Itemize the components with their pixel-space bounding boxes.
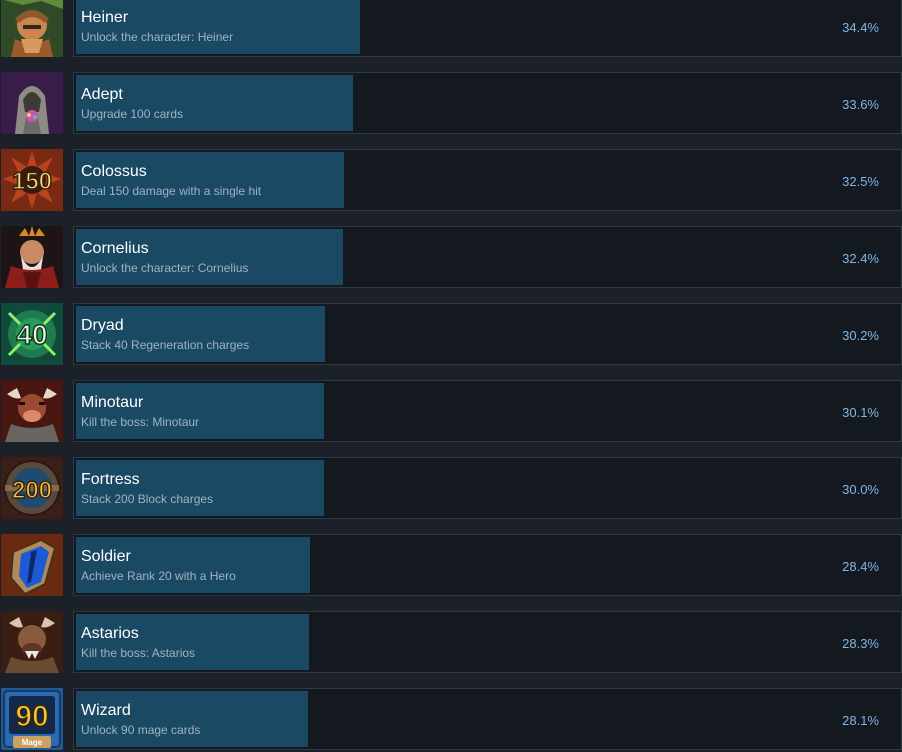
achievement-description: Unlock 90 mage cards — [81, 723, 201, 737]
achievement-panel: Minotaur Kill the boss: Minotaur 30.1% — [73, 380, 902, 442]
achievement-list: Heiner Unlock the character: Heiner 34.4… — [0, 0, 902, 752]
achievement-row-adept[interactable]: Adept Upgrade 100 cards 33.6% — [0, 72, 902, 136]
damage-150-icon: 150 — [1, 149, 63, 211]
achievement-description: Upgrade 100 cards — [81, 107, 184, 121]
achievement-name: Adept — [81, 86, 123, 103]
unlock-percentage: 32.5% — [842, 174, 879, 189]
achievement-panel: Heiner Unlock the character: Heiner 34.4… — [73, 0, 902, 57]
mage-90-icon: 90 Mage — [1, 688, 63, 750]
achievement-row-wizard[interactable]: 90 Mage Wizard Unlock 90 mage cards 28.1… — [0, 688, 902, 752]
achievement-name: Heiner — [81, 9, 129, 26]
svg-text:200: 200 — [12, 477, 52, 504]
minotaur-portrait-icon — [1, 380, 63, 442]
achievement-row-heiner[interactable]: Heiner Unlock the character: Heiner 34.4… — [0, 0, 902, 59]
achievement-description: Stack 40 Regeneration charges — [81, 338, 250, 352]
achievement-panel: Wizard Unlock 90 mage cards 28.1% — [73, 688, 902, 750]
unlock-percentage: 30.0% — [842, 482, 879, 497]
achievement-description: Unlock the character: Cornelius — [81, 261, 249, 275]
achievement-description: Deal 150 damage with a single hit — [81, 184, 262, 198]
achievement-description: Achieve Rank 20 with a Hero — [81, 569, 236, 583]
achievement-panel: Adept Upgrade 100 cards 33.6% — [73, 72, 902, 134]
achievement-name: Colossus — [81, 163, 147, 180]
achievement-name: Dryad — [81, 317, 124, 334]
achievement-row-minotaur[interactable]: Minotaur Kill the boss: Minotaur 30.1% — [0, 380, 902, 444]
achievement-name: Soldier — [81, 548, 131, 565]
achievement-name: Fortress — [81, 471, 140, 488]
unlock-percentage: 30.2% — [842, 328, 879, 343]
achievement-row-fortress[interactable]: 200 Fortress Stack 200 Block charges 30.… — [0, 457, 902, 521]
achievement-name: Cornelius — [81, 240, 149, 257]
unlock-percentage: 28.3% — [842, 636, 879, 651]
achievement-name: Astarios — [81, 625, 139, 642]
achievement-description: Stack 200 Block charges — [81, 492, 214, 506]
achievement-row-cornelius[interactable]: Cornelius Unlock the character: Corneliu… — [0, 226, 902, 290]
heiner-portrait-icon — [1, 0, 63, 57]
block-200-shield-icon: 200 — [1, 457, 63, 519]
achievement-row-dryad[interactable]: 40 Dryad Stack 40 Regeneration charges 3… — [0, 303, 902, 367]
unlock-percentage: 32.4% — [842, 251, 879, 266]
cornelius-portrait-icon — [1, 226, 63, 288]
svg-text:Mage: Mage — [22, 738, 43, 747]
achievement-panel: Astarios Kill the boss: Astarios 28.3% — [73, 611, 902, 673]
achievement-description: Kill the boss: Astarios — [81, 646, 196, 660]
achievement-panel: Colossus Deal 150 damage with a single h… — [73, 149, 902, 211]
svg-text:90: 90 — [15, 700, 48, 733]
achievement-description: Unlock the character: Heiner — [81, 30, 234, 44]
achievement-panel: Dryad Stack 40 Regeneration charges 30.2… — [73, 303, 902, 365]
unlock-percentage: 34.4% — [842, 20, 879, 35]
svg-text:40: 40 — [16, 319, 47, 350]
unlock-percentage: 28.1% — [842, 713, 879, 728]
achievement-row-colossus[interactable]: 150 Colossus Deal 150 damage with a sing… — [0, 149, 902, 213]
achievement-panel: Cornelius Unlock the character: Corneliu… — [73, 226, 902, 288]
achievement-row-soldier[interactable]: Soldier Achieve Rank 20 with a Hero 28.4… — [0, 534, 902, 598]
regeneration-40-icon: 40 — [1, 303, 63, 365]
adept-robed-figure-icon — [1, 72, 63, 134]
achievement-name: Minotaur — [81, 394, 144, 411]
rank-shield-icon — [1, 534, 63, 596]
svg-text:150: 150 — [12, 168, 52, 195]
unlock-percentage: 30.1% — [842, 405, 879, 420]
unlock-percentage: 28.4% — [842, 559, 879, 574]
achievement-panel: Fortress Stack 200 Block charges 30.0% — [73, 457, 902, 519]
achievement-name: Wizard — [81, 702, 131, 719]
astarios-portrait-icon — [1, 611, 63, 673]
unlock-percentage: 33.6% — [842, 97, 879, 112]
achievement-panel: Soldier Achieve Rank 20 with a Hero 28.4… — [73, 534, 902, 596]
achievement-description: Kill the boss: Minotaur — [81, 415, 200, 429]
achievement-row-astarios[interactable]: Astarios Kill the boss: Astarios 28.3% — [0, 611, 902, 675]
